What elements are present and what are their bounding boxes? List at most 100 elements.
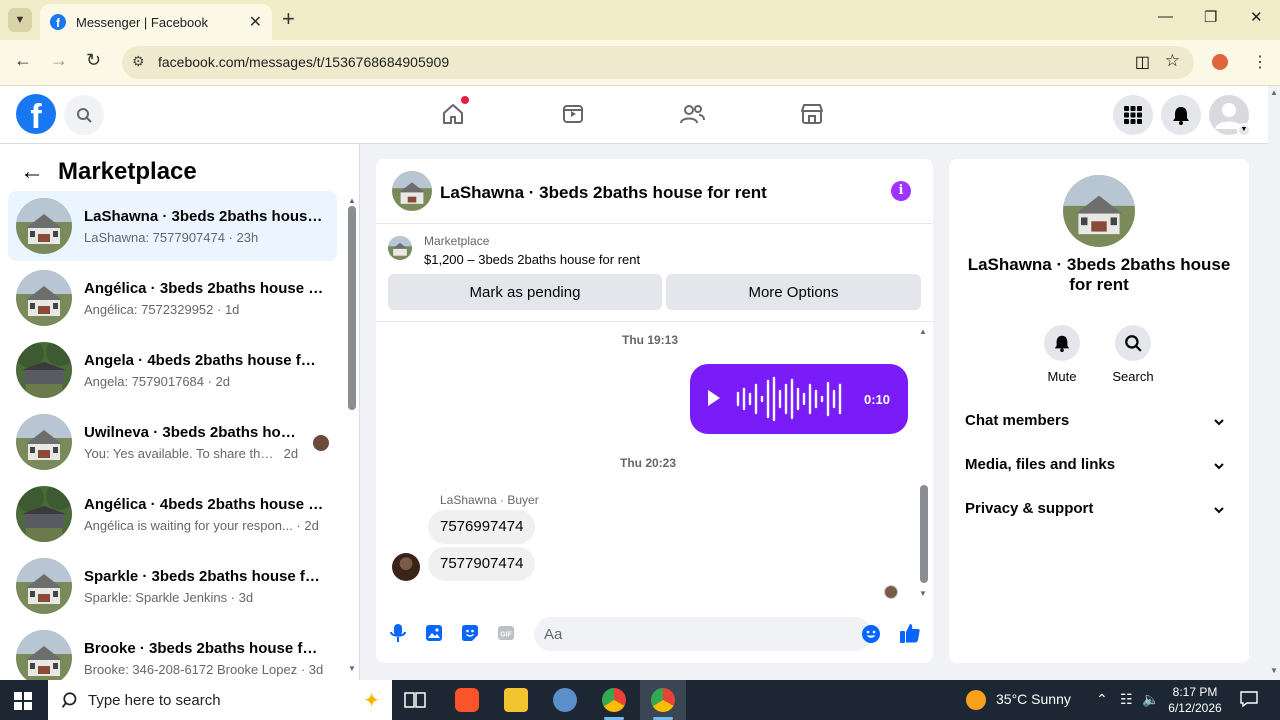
network-icon[interactable]: ☷ [1120,691,1133,708]
conversation-item[interactable]: Brooke · 3beds 2baths house for rent Bro… [8,623,337,680]
mute-button[interactable]: Mute [1032,325,1092,384]
sticker-icon[interactable] [459,622,481,644]
site-settings-icon[interactable]: ⚙ [132,53,145,70]
scroll-down-icon[interactable]: ▼ [348,664,356,673]
media-files-links-row[interactable]: Media, files and links [965,456,1233,480]
video-icon[interactable] [559,100,587,128]
conversation-name: Angélica · 4beds 2baths house for rent [84,496,324,513]
message-input[interactable] [534,617,872,651]
tray-chevron-icon[interactable]: ⌃ [1096,691,1108,708]
thumbs-up-icon[interactable] [899,622,921,644]
close-tab-icon[interactable]: ✕ [249,12,262,32]
browser-menu-icon[interactable]: ⋮ [1252,52,1268,72]
app-icon[interactable] [553,688,577,712]
marketplace-icon[interactable] [798,100,826,128]
windows-start-icon[interactable] [14,692,32,710]
scroll-up-icon[interactable]: ▲ [348,196,356,205]
taskbar-clock[interactable]: 8:17 PM 6/12/2026 [1164,684,1226,716]
chrome-profile-icon[interactable] [602,688,626,712]
weather-text[interactable]: 35°C Sunny [996,691,1071,707]
privacy-support-row[interactable]: Privacy & support [965,500,1233,524]
forward-icon[interactable]: → [50,50,68,71]
mark-as-pending-button[interactable]: Mark as pending [388,274,662,310]
notification-center-icon[interactable] [1240,690,1258,711]
task-view-icon[interactable] [404,690,426,710]
gif-icon[interactable]: GIF [495,622,517,644]
notifications-bell-icon[interactable] [1161,95,1201,135]
search-icon[interactable] [64,95,104,135]
back-icon[interactable]: ← [14,50,32,71]
conversation-preview: Angélica is waiting for your respon... ·… [84,518,319,533]
sidebar-scrollbar[interactable]: ▲ ▼ [347,194,357,674]
bell-icon[interactable] [1044,325,1080,361]
conversation-name: Sparkle · 3beds 2baths house for rent [84,568,324,585]
search-icon[interactable] [1115,325,1151,361]
conversation-item[interactable]: Angélica · 3beds 2baths house for rent A… [8,263,337,333]
chat-scroll-thumb[interactable] [920,485,928,583]
chat-members-row[interactable]: Chat members [965,412,1233,436]
reload-icon[interactable]: ↻ [86,50,101,71]
facebook-logo[interactable]: f [16,94,56,134]
conversation-item[interactable]: Uwilneva · 3beds 2baths house for rent Y… [8,407,337,477]
scroll-up-icon[interactable]: ▲ [1270,88,1278,97]
clock-date: 6/12/2026 [1168,701,1222,715]
chat-title[interactable]: LaShawna · 3beds 2baths house for rent [440,183,767,203]
search-label: Search [1112,369,1154,384]
account-chevron-icon[interactable]: ▼ [1237,123,1251,137]
taskbar-search[interactable]: Type here to search ✦ [48,680,392,720]
more-options-button[interactable]: More Options [666,274,921,310]
menu-grid-icon[interactable] [1113,95,1153,135]
new-tab-icon[interactable]: + [282,8,295,30]
weather-sun-icon[interactable] [966,690,986,710]
play-icon[interactable] [708,390,720,406]
conversation-item[interactable]: LaShawna · 3beds 2baths house for rent L… [8,191,337,261]
conversation-info-icon[interactable]: i [891,181,911,201]
voice-message[interactable]: 0:10 [690,364,908,434]
bookmark-star-icon[interactable]: ☆ [1165,51,1180,71]
minimize-icon[interactable]: — [1158,8,1173,25]
file-explorer-icon[interactable] [504,688,528,712]
timestamp: Thu 20:23 [620,456,677,470]
volume-icon[interactable]: 🔈 [1142,691,1159,708]
back-arrow-icon[interactable]: ← [20,158,44,186]
listing-price[interactable]: $1,200 – 3beds 2baths house for rent [424,252,640,267]
search-conversation-button[interactable]: Search [1103,325,1163,384]
conversation-item[interactable]: Sparkle · 3beds 2baths house for rent Sp… [8,551,337,621]
friends-icon[interactable] [678,100,706,128]
restore-icon[interactable]: ❐ [1204,8,1217,26]
url-text[interactable]: facebook.com/messages/t/1536768684905909 [158,54,449,70]
svg-text:GIF: GIF [500,632,512,639]
window-close-icon[interactable]: ✕ [1250,8,1263,26]
conversation-item[interactable]: Angela · 4beds 2baths house for rent Ang… [8,335,337,405]
scroll-down-icon[interactable]: ▼ [1270,666,1278,675]
info-listing-thumbnail[interactable] [1063,175,1135,247]
conversation-name: Angélica · 3beds 2baths house for rent [84,280,324,297]
listing-thumbnail [16,342,72,398]
browser-toolbar: ← → ↻ ⚙ facebook.com/messages/t/15367686… [0,40,1280,86]
profile-avatar[interactable]: ▼ [1209,95,1251,137]
photo-icon[interactable] [423,622,445,644]
conversation-item[interactable]: Angélica · 4beds 2baths house for rent A… [8,479,337,549]
chat-listing-thumbnail[interactable] [392,171,432,211]
address-bar[interactable]: ⚙ facebook.com/messages/t/15367686849059… [122,46,1194,79]
sidebar-scroll-thumb[interactable] [348,206,356,410]
microphone-icon[interactable] [387,622,409,644]
install-app-icon[interactable]: ◫ [1135,52,1150,72]
scroll-down-icon[interactable]: ▼ [919,589,927,598]
emoji-icon[interactable] [860,623,882,645]
buyer-avatar[interactable] [392,553,420,581]
extension-icon[interactable] [1212,54,1228,70]
browser-tab[interactable]: f Messenger | Facebook ✕ [40,4,272,40]
brave-browser-icon[interactable] [455,688,479,712]
chat-header: LaShawna · 3beds 2baths house for rent i [376,159,933,224]
tab-search-chevron-icon[interactable]: ▼ [8,8,32,32]
chat-scrollbar[interactable]: ▲ ▼ [917,323,931,601]
chrome-icon[interactable] [651,688,675,712]
sidebar-title: Marketplace [58,158,197,185]
page-scrollbar[interactable]: ▲ ▼ [1268,86,1280,680]
message-bubble[interactable]: 7576997474 [428,510,536,544]
listing-thumbnail [16,558,72,614]
message-bubble[interactable]: 7577907474 [428,547,536,581]
scroll-up-icon[interactable]: ▲ [919,327,927,336]
home-icon[interactable] [439,96,469,128]
